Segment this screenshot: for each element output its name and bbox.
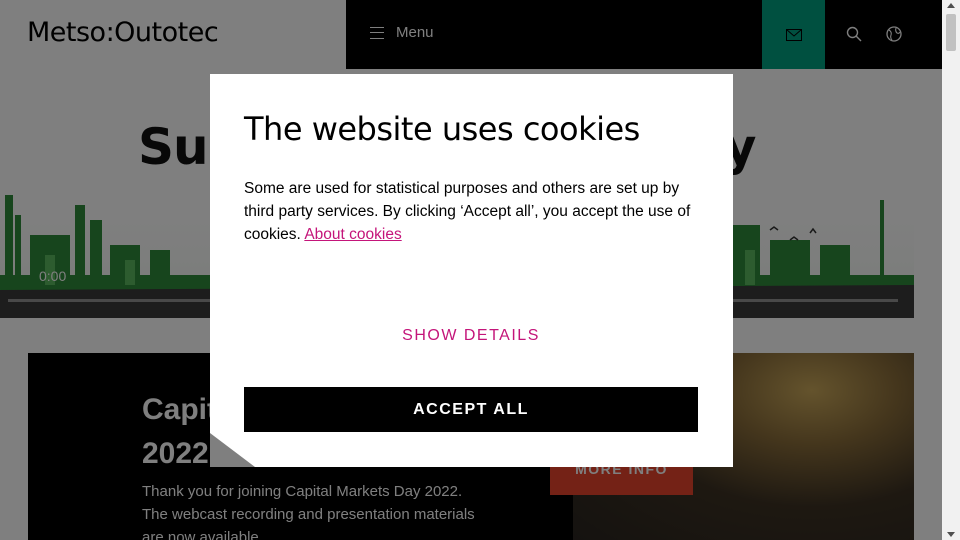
accept-all-button[interactable]: ACCEPT ALL xyxy=(244,387,698,432)
scroll-down-arrow-icon[interactable] xyxy=(947,532,955,537)
scroll-thumb[interactable] xyxy=(946,14,956,51)
scrollbar[interactable] xyxy=(942,0,960,540)
dialog-corner-notch xyxy=(210,433,255,467)
about-cookies-link[interactable]: About cookies xyxy=(304,226,401,243)
cookie-dialog-title: The website uses cookies xyxy=(244,110,640,148)
cookie-dialog-text: Some are used for statistical purposes a… xyxy=(244,177,704,246)
scroll-up-arrow-icon[interactable] xyxy=(947,3,955,8)
show-details-button[interactable]: SHOW DETAILS xyxy=(244,327,698,345)
